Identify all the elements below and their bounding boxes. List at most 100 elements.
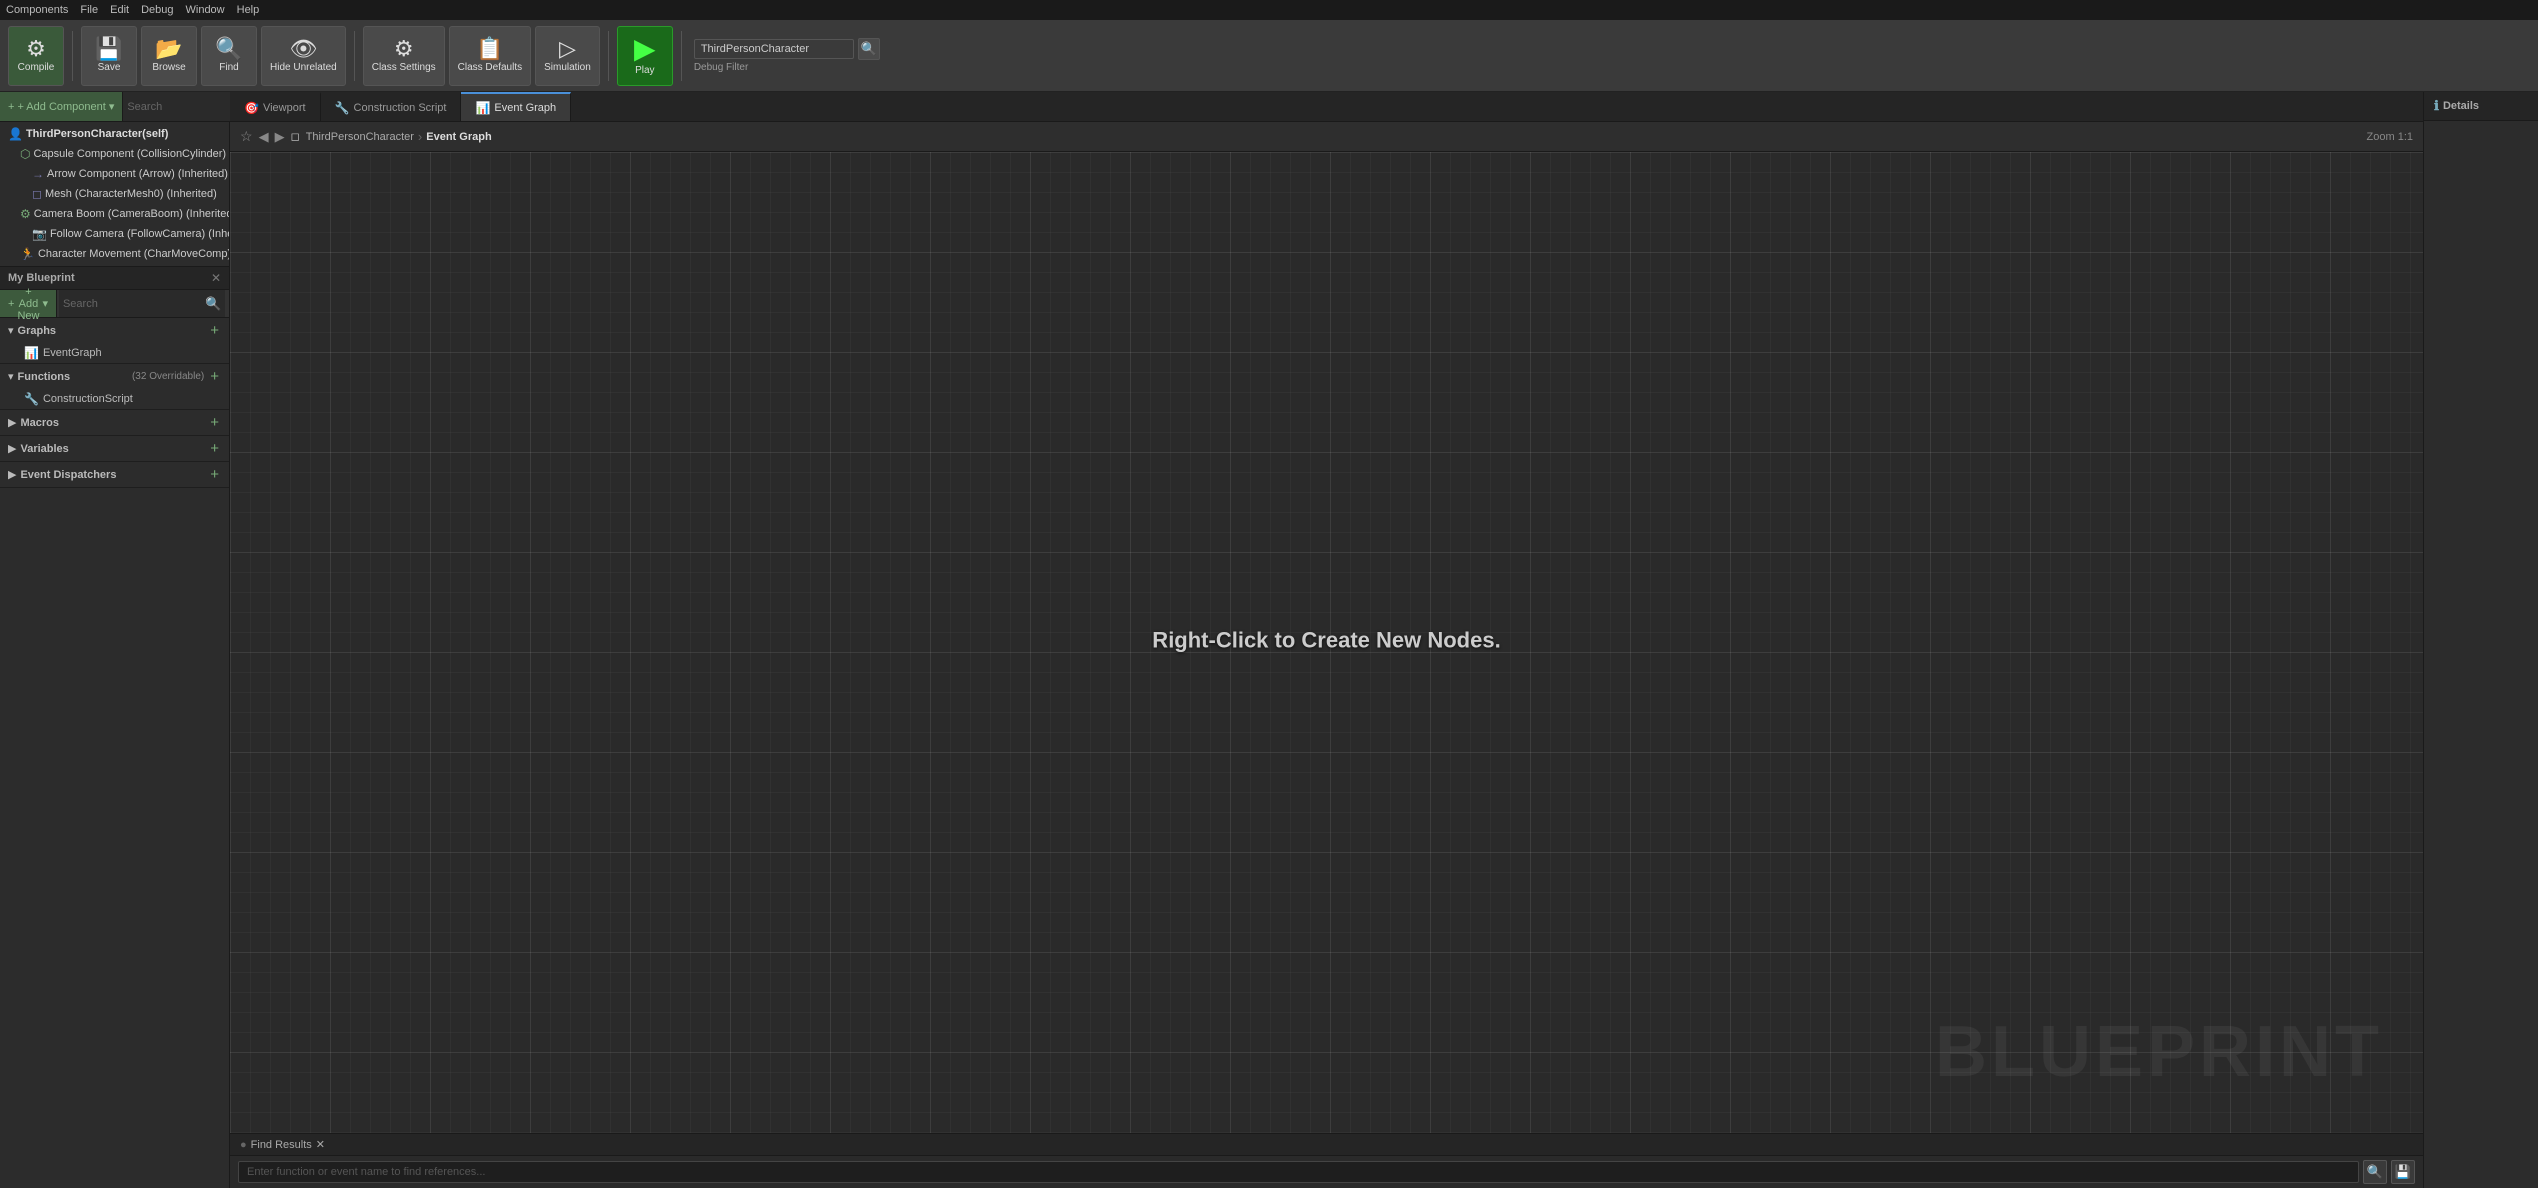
tree-item-1-icon: → xyxy=(32,167,44,181)
menu-debug[interactable]: Debug xyxy=(141,4,173,16)
menu-edit[interactable]: Edit xyxy=(110,4,129,16)
functions-chevron-icon: ▾ xyxy=(8,370,14,383)
find-label: Find xyxy=(219,62,238,73)
hide-unrelated-button[interactable]: 👁 Hide Unrelated xyxy=(261,26,346,86)
graphs-chevron-icon: ▾ xyxy=(8,324,14,337)
play-button[interactable]: ▶ Play xyxy=(617,26,673,86)
breadcrumb-icon: ◻ xyxy=(291,130,300,143)
play-icon: ▶ xyxy=(634,35,656,63)
tree-item-2[interactable]: ◻ Mesh (CharacterMesh0) (Inherited) xyxy=(0,184,229,204)
bp-item-construction-script[interactable]: 🔧 ConstructionScript xyxy=(0,389,229,409)
tab-construction-script[interactable]: 🔧 Construction Script xyxy=(321,92,462,121)
breadcrumb-forward-button[interactable]: ▶ xyxy=(275,129,285,145)
breadcrumb-blueprint[interactable]: ThirdPersonCharacter xyxy=(306,131,414,143)
toolbar-separator-4 xyxy=(681,31,682,81)
breadcrumb-back-button[interactable]: ◀ xyxy=(259,129,269,145)
find-results-bar: ● Find Results ✕ 🔍 💾 xyxy=(230,1133,2423,1188)
add-component-plus-icon: + xyxy=(8,101,14,113)
tree-item-5-icon: 🏃 xyxy=(20,247,35,261)
compile-button[interactable]: ⚙ Compile xyxy=(8,26,64,86)
tab-bar: 🎯 Viewport 🔧 Construction Script 📊 Event… xyxy=(230,92,2423,122)
macros-add-button[interactable]: + xyxy=(208,415,221,430)
tree-item-1-label: Arrow Component (Arrow) (Inherited) xyxy=(47,168,228,180)
bp-section-graphs: ▾ Graphs + 📊 EventGraph xyxy=(0,318,229,364)
bp-section-graphs-header[interactable]: ▾ Graphs + xyxy=(0,318,229,343)
blueprint-toolbar: + + Add New ▾ 🔍 👁 ▾ xyxy=(0,290,229,318)
root-icon: 👤 xyxy=(8,127,23,141)
blueprint-eye-button[interactable]: 👁 xyxy=(227,296,229,312)
breadcrumb-star-button[interactable]: ☆ xyxy=(240,128,253,145)
hide-unrelated-icon: 👁 xyxy=(289,38,317,60)
class-defaults-button[interactable]: 📋 Class Defaults xyxy=(449,26,531,86)
functions-add-button[interactable]: + xyxy=(208,369,221,384)
left-panel: + + Add Component ▾ 🔍 👤 ThirdPersonChara… xyxy=(0,92,230,1188)
class-defaults-icon: 📋 xyxy=(476,38,503,60)
find-results-save-button[interactable]: 💾 xyxy=(2391,1160,2415,1184)
components-section: + + Add Component ▾ 🔍 👤 ThirdPersonChara… xyxy=(0,92,229,266)
event-dispatchers-title: Event Dispatchers xyxy=(20,469,204,481)
menu-window[interactable]: Window xyxy=(186,4,225,16)
tree-item-4-label: Follow Camera (FollowCamera) (Inherited) xyxy=(50,228,229,240)
play-label: Play xyxy=(635,65,654,76)
tree-item-3[interactable]: ⚙ Camera Boom (CameraBoom) (Inherited) xyxy=(0,204,229,224)
construction-script-icon: 🔧 xyxy=(24,392,39,406)
main-toolbar: ⚙ Compile 💾 Save 📂 Browse 🔍 Find 👁 Hide … xyxy=(0,20,2538,92)
tree-item-0-label: Capsule Component (CollisionCylinder) (I… xyxy=(33,148,229,160)
blueprint-search-icon[interactable]: 🔍 xyxy=(205,296,221,312)
debug-filter-search-button[interactable]: 🔍 xyxy=(858,38,880,60)
details-title: Details xyxy=(2443,100,2479,112)
bp-section-functions-header[interactable]: ▾ Functions (32 Overridable) + xyxy=(0,364,229,389)
tree-item-1[interactable]: → Arrow Component (Arrow) (Inherited) xyxy=(0,164,229,184)
variables-add-button[interactable]: + xyxy=(208,441,221,456)
menu-file[interactable]: File xyxy=(80,4,98,16)
tree-item-5[interactable]: 🏃 Character Movement (CharMoveComp) (Inh… xyxy=(0,244,229,264)
tree-item-4[interactable]: 📷 Follow Camera (FollowCamera) (Inherite… xyxy=(0,224,229,244)
add-component-button[interactable]: + + Add Component ▾ xyxy=(0,92,123,121)
content-area: + + Add Component ▾ 🔍 👤 ThirdPersonChara… xyxy=(0,92,2538,1188)
debug-filter-area: ThirdPersonCharacter 🔍 Debug Filter xyxy=(694,38,880,73)
debug-filter-row: ThirdPersonCharacter 🔍 xyxy=(694,38,880,60)
find-results-input[interactable] xyxy=(238,1161,2359,1183)
find-results-search-button[interactable]: 🔍 xyxy=(2363,1160,2387,1184)
save-button[interactable]: 💾 Save xyxy=(81,26,137,86)
blueprint-search-input[interactable] xyxy=(63,298,205,310)
add-new-plus-icon: + xyxy=(8,298,14,310)
find-icon: 🔍 xyxy=(215,38,242,60)
bp-section-variables-header[interactable]: ▶ Variables + xyxy=(0,436,229,461)
bp-section-variables: ▶ Variables + xyxy=(0,436,229,462)
tree-item-3-icon: ⚙ xyxy=(20,207,31,221)
compile-icon: ⚙ xyxy=(26,38,46,60)
variables-chevron-icon: ▶ xyxy=(8,442,16,455)
graphs-add-button[interactable]: + xyxy=(208,323,221,338)
menu-components[interactable]: Components xyxy=(6,4,68,16)
event-dispatchers-add-button[interactable]: + xyxy=(208,467,221,482)
class-settings-label: Class Settings xyxy=(372,62,436,73)
bp-item-event-graph[interactable]: 📊 EventGraph xyxy=(0,343,229,363)
tree-item-root[interactable]: 👤 ThirdPersonCharacter(self) xyxy=(0,124,229,144)
right-panel: ℹ Details xyxy=(2423,92,2538,1188)
find-button[interactable]: 🔍 Find xyxy=(201,26,257,86)
graphs-title: Graphs xyxy=(18,325,205,337)
tab-event-graph[interactable]: 📊 Event Graph xyxy=(461,92,571,121)
bp-section-event-dispatchers-header[interactable]: ▶ Event Dispatchers + xyxy=(0,462,229,487)
my-blueprint-close-button[interactable]: ✕ xyxy=(211,271,221,285)
browse-button[interactable]: 📂 Browse xyxy=(141,26,197,86)
find-results-tab[interactable]: ● Find Results ✕ xyxy=(230,1134,2423,1156)
find-results-tab-label: Find Results xyxy=(251,1139,312,1151)
find-results-close-icon[interactable]: ✕ xyxy=(316,1138,325,1151)
bp-section-macros-header[interactable]: ▶ Macros + xyxy=(0,410,229,435)
class-settings-button[interactable]: ⚙ Class Settings xyxy=(363,26,445,86)
graph-hint: Right-Click to Create New Nodes. xyxy=(1152,627,1500,653)
details-icon: ℹ xyxy=(2434,98,2439,114)
tab-viewport[interactable]: 🎯 Viewport xyxy=(230,92,321,121)
add-new-button[interactable]: + + Add New ▾ xyxy=(0,290,57,317)
graph-canvas[interactable]: Right-Click to Create New Nodes. BLUEPRI… xyxy=(230,152,2423,1133)
debug-filter-select[interactable]: ThirdPersonCharacter xyxy=(694,39,854,59)
menu-help[interactable]: Help xyxy=(237,4,260,16)
viewport-tab-icon: 🎯 xyxy=(244,101,259,115)
viewport-tab-label: Viewport xyxy=(263,102,306,114)
simulation-button[interactable]: ▷ Simulation xyxy=(535,26,600,86)
tree-item-0[interactable]: ⬡ Capsule Component (CollisionCylinder) … xyxy=(0,144,229,164)
add-component-label: + Add Component xyxy=(17,101,105,113)
breadcrumb-separator: › xyxy=(418,129,422,144)
